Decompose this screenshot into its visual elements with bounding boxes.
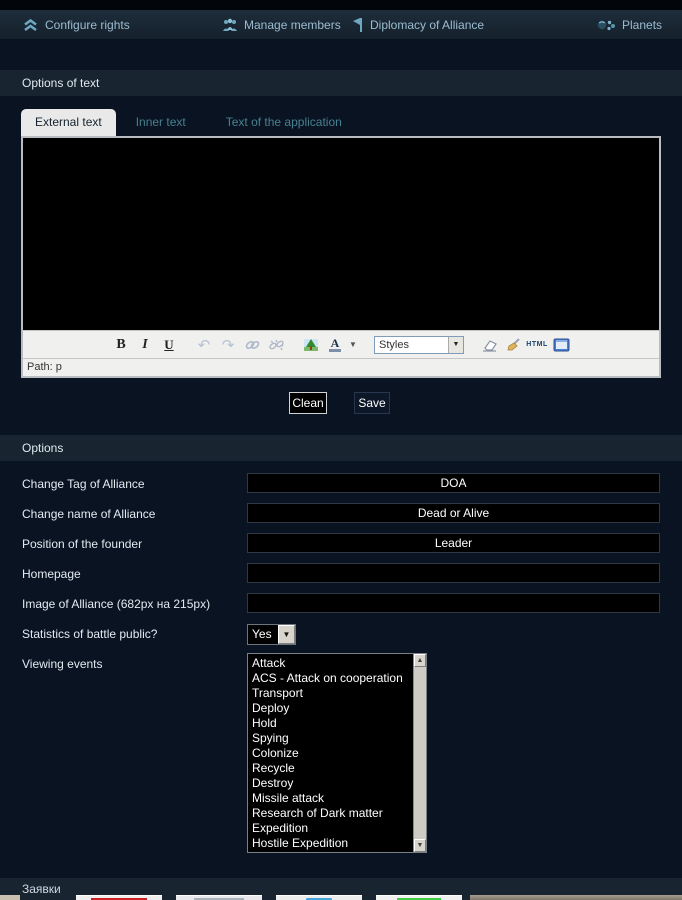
nav-diplomacy[interactable]: Diplomacy of Alliance [352,10,484,40]
styles-dropdown-value: Styles [375,339,448,351]
viewing-events-option[interactable]: Missile attack [252,791,413,806]
cut-off-card [0,895,20,900]
bold-icon[interactable]: B [111,335,131,355]
tab-inner-text[interactable]: Inner text [116,109,206,136]
section-title: Options [22,441,63,455]
remove-format-eraser-icon[interactable] [479,335,499,355]
html-source-icon[interactable]: HTML [527,335,547,355]
rich-text-editor: B I U ↶ ↷ A ▼ Styles ▼ [21,136,661,378]
viewing-events-option[interactable]: ACS - Attack on cooperation [252,671,413,686]
founder-position-label: Position of the founder [22,537,142,551]
cut-off-bottom-content [0,894,682,900]
nav-label: Planets [622,18,662,32]
flag-icon [352,17,364,33]
top-black-strip [0,0,682,10]
chevron-down-icon: ▼ [448,337,463,353]
alliance-name-input[interactable] [247,503,660,523]
save-button[interactable]: Save [354,392,390,414]
viewing-events-label: Viewing events [22,657,103,671]
link-icon[interactable] [242,335,262,355]
viewing-events-scrollbar[interactable]: ▲ ▼ [413,654,426,852]
nav-label: Manage members [244,18,341,32]
battle-stats-public-value: Yes [248,625,278,644]
nav-label: Diplomacy of Alliance [370,18,484,32]
fullscreen-icon[interactable] [551,335,571,355]
viewing-events-option[interactable]: Expedition [252,821,413,836]
nav-label: Configure rights [45,18,130,32]
font-color-icon[interactable]: A [325,335,345,355]
alliance-name-label: Change name of Alliance [22,507,155,521]
cut-off-strip [470,895,682,900]
font-color-caret-icon[interactable]: ▼ [349,340,359,349]
viewing-events-option[interactable]: Hostile Expedition [252,836,413,851]
editor-path-bar: Path: p [23,358,659,376]
alliance-image-input[interactable] [247,593,660,613]
alliance-image-label: Image of Alliance (682px на 215px) [22,597,210,611]
founder-position-input[interactable] [247,533,660,553]
viewing-events-option[interactable]: Destroy [252,776,413,791]
viewing-events-option[interactable]: Attack [252,656,413,671]
viewing-events-option[interactable]: Recycle [252,761,413,776]
nav-manage-members[interactable]: Manage members [222,10,341,40]
homepage-input[interactable] [247,563,660,583]
nav-configure-rights[interactable]: Configure rights [22,10,130,40]
section-options: Options [0,435,682,461]
italic-icon[interactable]: I [135,335,155,355]
cut-off-card [76,895,162,900]
alliance-tag-input[interactable] [247,473,660,493]
editor-content-area[interactable] [23,138,659,330]
text-tabs: External text Inner text Text of the app… [21,108,362,136]
alliance-tag-label: Change Tag of Alliance [22,477,145,491]
unlink-icon[interactable] [266,335,286,355]
chevron-down-icon: ▼ [278,625,295,644]
styles-dropdown[interactable]: Styles ▼ [374,336,464,354]
alliance-navbar: Configure rights Manage members Diplomac… [0,10,682,40]
cut-off-card [176,895,262,900]
viewing-events-option[interactable]: Spying [252,731,413,746]
members-icon [222,18,238,33]
chevrons-up-icon [22,18,39,32]
scroll-down-icon[interactable]: ▼ [414,839,426,852]
underline-icon[interactable]: U [159,335,179,355]
viewing-events-list: AttackACS - Attack on cooperationTranspo… [248,654,413,852]
viewing-events-multiselect[interactable]: AttackACS - Attack on cooperationTranspo… [247,653,427,853]
viewing-events-option[interactable]: Hold [252,716,413,731]
battle-stats-public-label: Statistics of battle public? [22,627,157,641]
editor-toolbar: B I U ↶ ↷ A ▼ Styles ▼ [23,330,659,358]
undo-icon[interactable]: ↶ [194,335,214,355]
scroll-up-icon[interactable]: ▲ [414,654,426,667]
viewing-events-option[interactable]: Deploy [252,701,413,716]
nav-planets[interactable]: Planets [597,10,662,40]
clean-button[interactable]: Clean [289,392,327,414]
section-options-of-text: Options of text [0,70,682,96]
planets-icon [597,18,616,33]
redo-icon[interactable]: ↷ [218,335,238,355]
cleanup-brush-icon[interactable] [503,335,523,355]
viewing-events-option[interactable]: Research of Dark matter [252,806,413,821]
viewing-events-option[interactable]: Colonize [252,746,413,761]
cut-off-card [276,895,362,900]
cut-off-card [376,895,462,900]
alliance-settings-page: Configure rights Manage members Diplomac… [0,0,682,900]
tab-external-text[interactable]: External text [21,109,116,136]
insert-image-icon[interactable] [301,335,321,355]
homepage-label: Homepage [22,567,81,581]
viewing-events-option[interactable]: Transport [252,686,413,701]
section-title: Options of text [22,76,99,90]
tab-text-of-application[interactable]: Text of the application [206,109,362,136]
battle-stats-public-select[interactable]: Yes ▼ [247,624,296,645]
